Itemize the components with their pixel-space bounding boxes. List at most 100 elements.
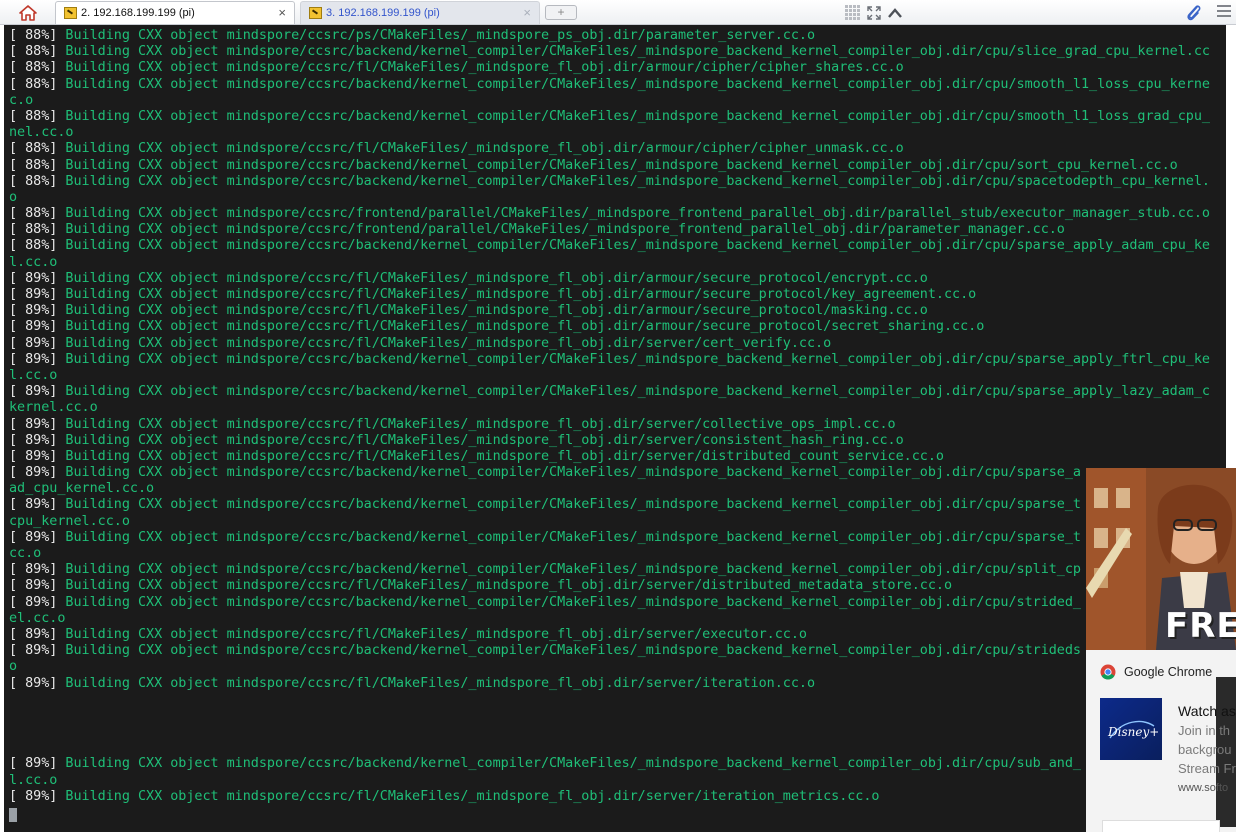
build-message: Building CXX object mindspore/ccsrc/back…	[65, 157, 1178, 173]
putty-terminal-icon	[64, 7, 77, 19]
build-progress-percent: [ 89%]	[9, 788, 66, 804]
advertisement-image[interactable]: FRE	[1086, 468, 1236, 650]
terminal-line: [ 89%] Building CXX object mindspore/ccs…	[9, 643, 1226, 659]
build-message: Building CXX object mindspore/ccsrc/fron…	[65, 222, 1065, 238]
build-message: Building CXX object mindspore/ccsrc/back…	[65, 562, 1081, 578]
build-message: Building CXX object mindspore/ccsrc/back…	[65, 238, 1210, 254]
terminal-line: [ 89%] Building CXX object mindspore/ccs…	[9, 352, 1226, 368]
build-message: l.cc.o	[9, 367, 58, 383]
build-progress-percent: [ 89%]	[9, 529, 66, 545]
build-message: Building CXX object mindspore/ccsrc/ps/C…	[65, 28, 816, 43]
build-progress-percent: [ 89%]	[9, 465, 66, 481]
terminal-line: cc.o	[9, 546, 1226, 562]
collapse-button[interactable]	[885, 2, 904, 23]
terminal-line: [ 88%] Building CXX object mindspore/ccs…	[9, 109, 1226, 125]
notification-action-button[interactable]	[1102, 820, 1220, 832]
build-message: Building CXX object mindspore/ccsrc/back…	[65, 384, 1210, 400]
notification-body-line: Join in th	[1178, 723, 1231, 738]
paperclip-icon	[1187, 5, 1201, 21]
tab-session-3[interactable]: 3. 192.168.199.199 (pi) ×	[300, 1, 540, 24]
build-progress-percent: [ 89%]	[9, 432, 66, 448]
terminal-line: [ 88%] Building CXX object mindspore/ccs…	[9, 141, 1226, 157]
disney-plus-logo-text: Disney+	[1107, 725, 1158, 739]
terminal-line: [ 88%] Building CXX object mindspore/ccs…	[9, 28, 1226, 44]
build-message: c.o	[9, 92, 34, 108]
build-progress-percent: [ 88%]	[9, 76, 66, 92]
build-message: cc.o	[9, 546, 42, 561]
build-progress-percent: [ 89%]	[9, 270, 66, 286]
tab-title: 2. 192.168.199.199 (pi)	[81, 7, 195, 19]
build-progress-percent: [ 89%]	[9, 384, 66, 400]
build-progress-percent: [ 89%]	[9, 497, 66, 513]
disney-plus-logo-mark: Disney+	[1107, 720, 1158, 739]
build-message: Building CXX object mindspore/ccsrc/back…	[65, 76, 1210, 92]
tab-session-2[interactable]: 2. 192.168.199.199 (pi) ×	[55, 1, 295, 24]
terminal-line: cpu_kernel.cc.o	[9, 514, 1226, 530]
chrome-notification[interactable]: Google Chrome Disney+ Watch as Join in t…	[1086, 650, 1236, 832]
build-message: Building CXX object mindspore/ccsrc/fron…	[65, 206, 1210, 222]
build-message: el.cc.o	[9, 610, 66, 626]
terminal-line: l.cc.o	[9, 368, 1226, 384]
build-progress-percent: [ 88%]	[9, 28, 66, 43]
build-message: Building CXX object mindspore/ccsrc/fl/C…	[65, 448, 944, 464]
build-message: o	[9, 189, 18, 205]
terminal-line: [ 89%] Building CXX object mindspore/ccs…	[9, 676, 1226, 692]
terminal-line: [ 89%] Building CXX object mindspore/ccs…	[9, 287, 1226, 303]
build-progress-percent: [ 89%]	[9, 562, 66, 578]
terminal-line: [ 89%] Building CXX object mindspore/ccs…	[9, 530, 1226, 546]
terminal-line: [ 89%] Building CXX object mindspore/ccs…	[9, 465, 1226, 481]
build-progress-percent: [ 88%]	[9, 206, 66, 222]
terminal-line: [ 88%] Building CXX object mindspore/ccs…	[9, 158, 1226, 174]
fullscreen-button[interactable]	[864, 2, 883, 23]
notification-header: Google Chrome	[1100, 664, 1212, 680]
close-tab-button[interactable]: ×	[523, 5, 531, 20]
notification-domain: www.softo	[1178, 782, 1229, 794]
tab-title: 3. 192.168.199.199 (pi)	[326, 7, 440, 19]
terminal-line: [ 89%] Building CXX object mindspore/ccs…	[9, 303, 1226, 319]
build-progress-percent: [ 89%]	[9, 416, 66, 432]
grid-icon	[845, 5, 860, 20]
build-message: Building CXX object mindspore/ccsrc/fl/C…	[65, 626, 807, 642]
build-message: Building CXX object mindspore/ccsrc/back…	[65, 465, 1081, 481]
terminal-line: [ 89%] Building CXX object mindspore/ccs…	[9, 595, 1226, 611]
home-button[interactable]	[5, 1, 51, 24]
build-message: Building CXX object mindspore/ccsrc/back…	[65, 497, 1081, 513]
attach-button[interactable]	[1184, 3, 1204, 22]
terminal-line: [ 88%] Building CXX object mindspore/ccs…	[9, 206, 1226, 222]
putty-terminal-icon	[309, 7, 322, 19]
notification-title: Watch as	[1178, 703, 1236, 719]
terminal-window[interactable]: [ 88%] Building CXX object mindspore/ccs…	[4, 25, 1226, 832]
terminal-line: [ 89%] Building CXX object mindspore/ccs…	[9, 384, 1226, 400]
build-message: Building CXX object mindspore/ccsrc/back…	[65, 44, 1210, 60]
build-message: Building CXX object mindspore/ccsrc/fl/C…	[65, 432, 904, 448]
build-progress-percent: [ 89%]	[9, 303, 66, 319]
notification-body-line: Stream Fr	[1178, 761, 1236, 776]
main-menu-button[interactable]	[1215, 3, 1235, 22]
build-message: Building CXX object mindspore/ccsrc/back…	[65, 351, 1210, 367]
notification-body-line: backgrou	[1178, 742, 1232, 757]
close-tab-button[interactable]: ×	[278, 5, 286, 20]
terminal-line: [ 89%] Building CXX object mindspore/ccs…	[9, 319, 1226, 335]
build-progress-percent: [ 89%]	[9, 756, 66, 772]
build-progress-percent: [ 89%]	[9, 626, 66, 642]
build-message: Building CXX object mindspore/ccsrc/fl/C…	[65, 416, 896, 432]
terminal-line: o	[9, 190, 1226, 206]
build-message: Building CXX object mindspore/ccsrc/back…	[65, 108, 1210, 124]
terminal-cursor	[9, 808, 17, 822]
grid-button[interactable]	[843, 2, 862, 23]
terminal-line: [ 89%] Building CXX object mindspore/ccs…	[9, 271, 1226, 287]
build-message: cpu_kernel.cc.o	[9, 513, 130, 529]
terminal-line: [ 89%] Building CXX object mindspore/ccs…	[9, 627, 1226, 643]
build-progress-percent: [ 89%]	[9, 675, 66, 691]
build-progress-percent: [ 88%]	[9, 157, 66, 173]
tab-bar: 2. 192.168.199.199 (pi) × 3. 192.168.199…	[0, 0, 1236, 25]
terminal-line: [ 89%] Building CXX object mindspore/ccs…	[9, 449, 1226, 465]
new-tab-button[interactable]: +	[545, 5, 577, 20]
ad-headline: FRE	[1165, 606, 1236, 646]
build-message: o	[9, 659, 18, 675]
disney-plus-logo: Disney+	[1100, 698, 1162, 760]
terminal-line: [ 88%] Building CXX object mindspore/ccs…	[9, 60, 1226, 76]
